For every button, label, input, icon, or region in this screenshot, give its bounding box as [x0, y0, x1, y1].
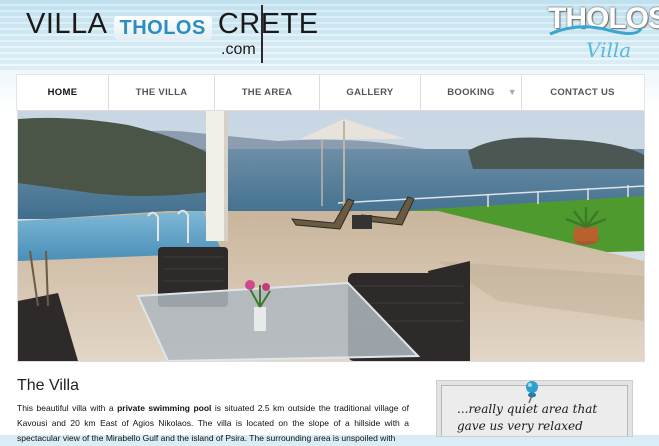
- page-title: The Villa: [17, 377, 79, 394]
- logo-tholos-badge: THOLOS: [113, 16, 212, 40]
- hero-photo: [17, 110, 645, 362]
- brand-logo: THOLOS Villa: [548, 2, 659, 66]
- testimonial-quote: ...really quiet area that gave us very r…: [457, 401, 597, 435]
- nav-item-home[interactable]: HOME: [17, 75, 109, 110]
- logo-tholos-text: THOLOS: [119, 17, 206, 39]
- nav-item-gallery[interactable]: GALLERY: [320, 75, 421, 110]
- description-highlight: private swimming pool: [117, 403, 212, 413]
- nav-item-booking[interactable]: BOOKING ▼: [421, 75, 522, 110]
- villa-description: This beautiful villa with a private swim…: [17, 401, 409, 446]
- nav-item-the-villa[interactable]: THE VILLA: [109, 75, 215, 110]
- chevron-down-icon: ▼: [507, 87, 517, 97]
- main-nav: HOME THE VILLA THE AREA GALLERY BOOKING …: [16, 74, 645, 111]
- testimonial-note: ...really quiet area that gave us very r…: [436, 380, 633, 437]
- description-text-1: This beautiful villa with a: [17, 403, 118, 413]
- logo-villa-text: VILLA: [26, 8, 108, 40]
- site-header: VILLA THOLOS CRETE .com THOLOS Villa: [0, 0, 659, 72]
- nav-item-booking-label: BOOKING: [447, 87, 495, 98]
- nav-item-contact-us[interactable]: CONTACT US: [522, 75, 643, 110]
- site-logo[interactable]: VILLA THOLOS CRETE .com: [26, 8, 319, 58]
- logo-crete-text: CRETE: [217, 8, 319, 40]
- testimonial-line-1: ...really quiet area that: [457, 402, 598, 416]
- villa-terrace-image: [18, 111, 644, 361]
- pushpin-icon: [526, 381, 538, 403]
- nav-item-the-area[interactable]: THE AREA: [215, 75, 320, 110]
- logo-divider: [261, 5, 263, 63]
- testimonial-line-2: gave us very relaxed: [457, 419, 583, 433]
- brand-subtitle: Villa: [586, 38, 632, 62]
- logo-domain-text: .com: [221, 41, 256, 58]
